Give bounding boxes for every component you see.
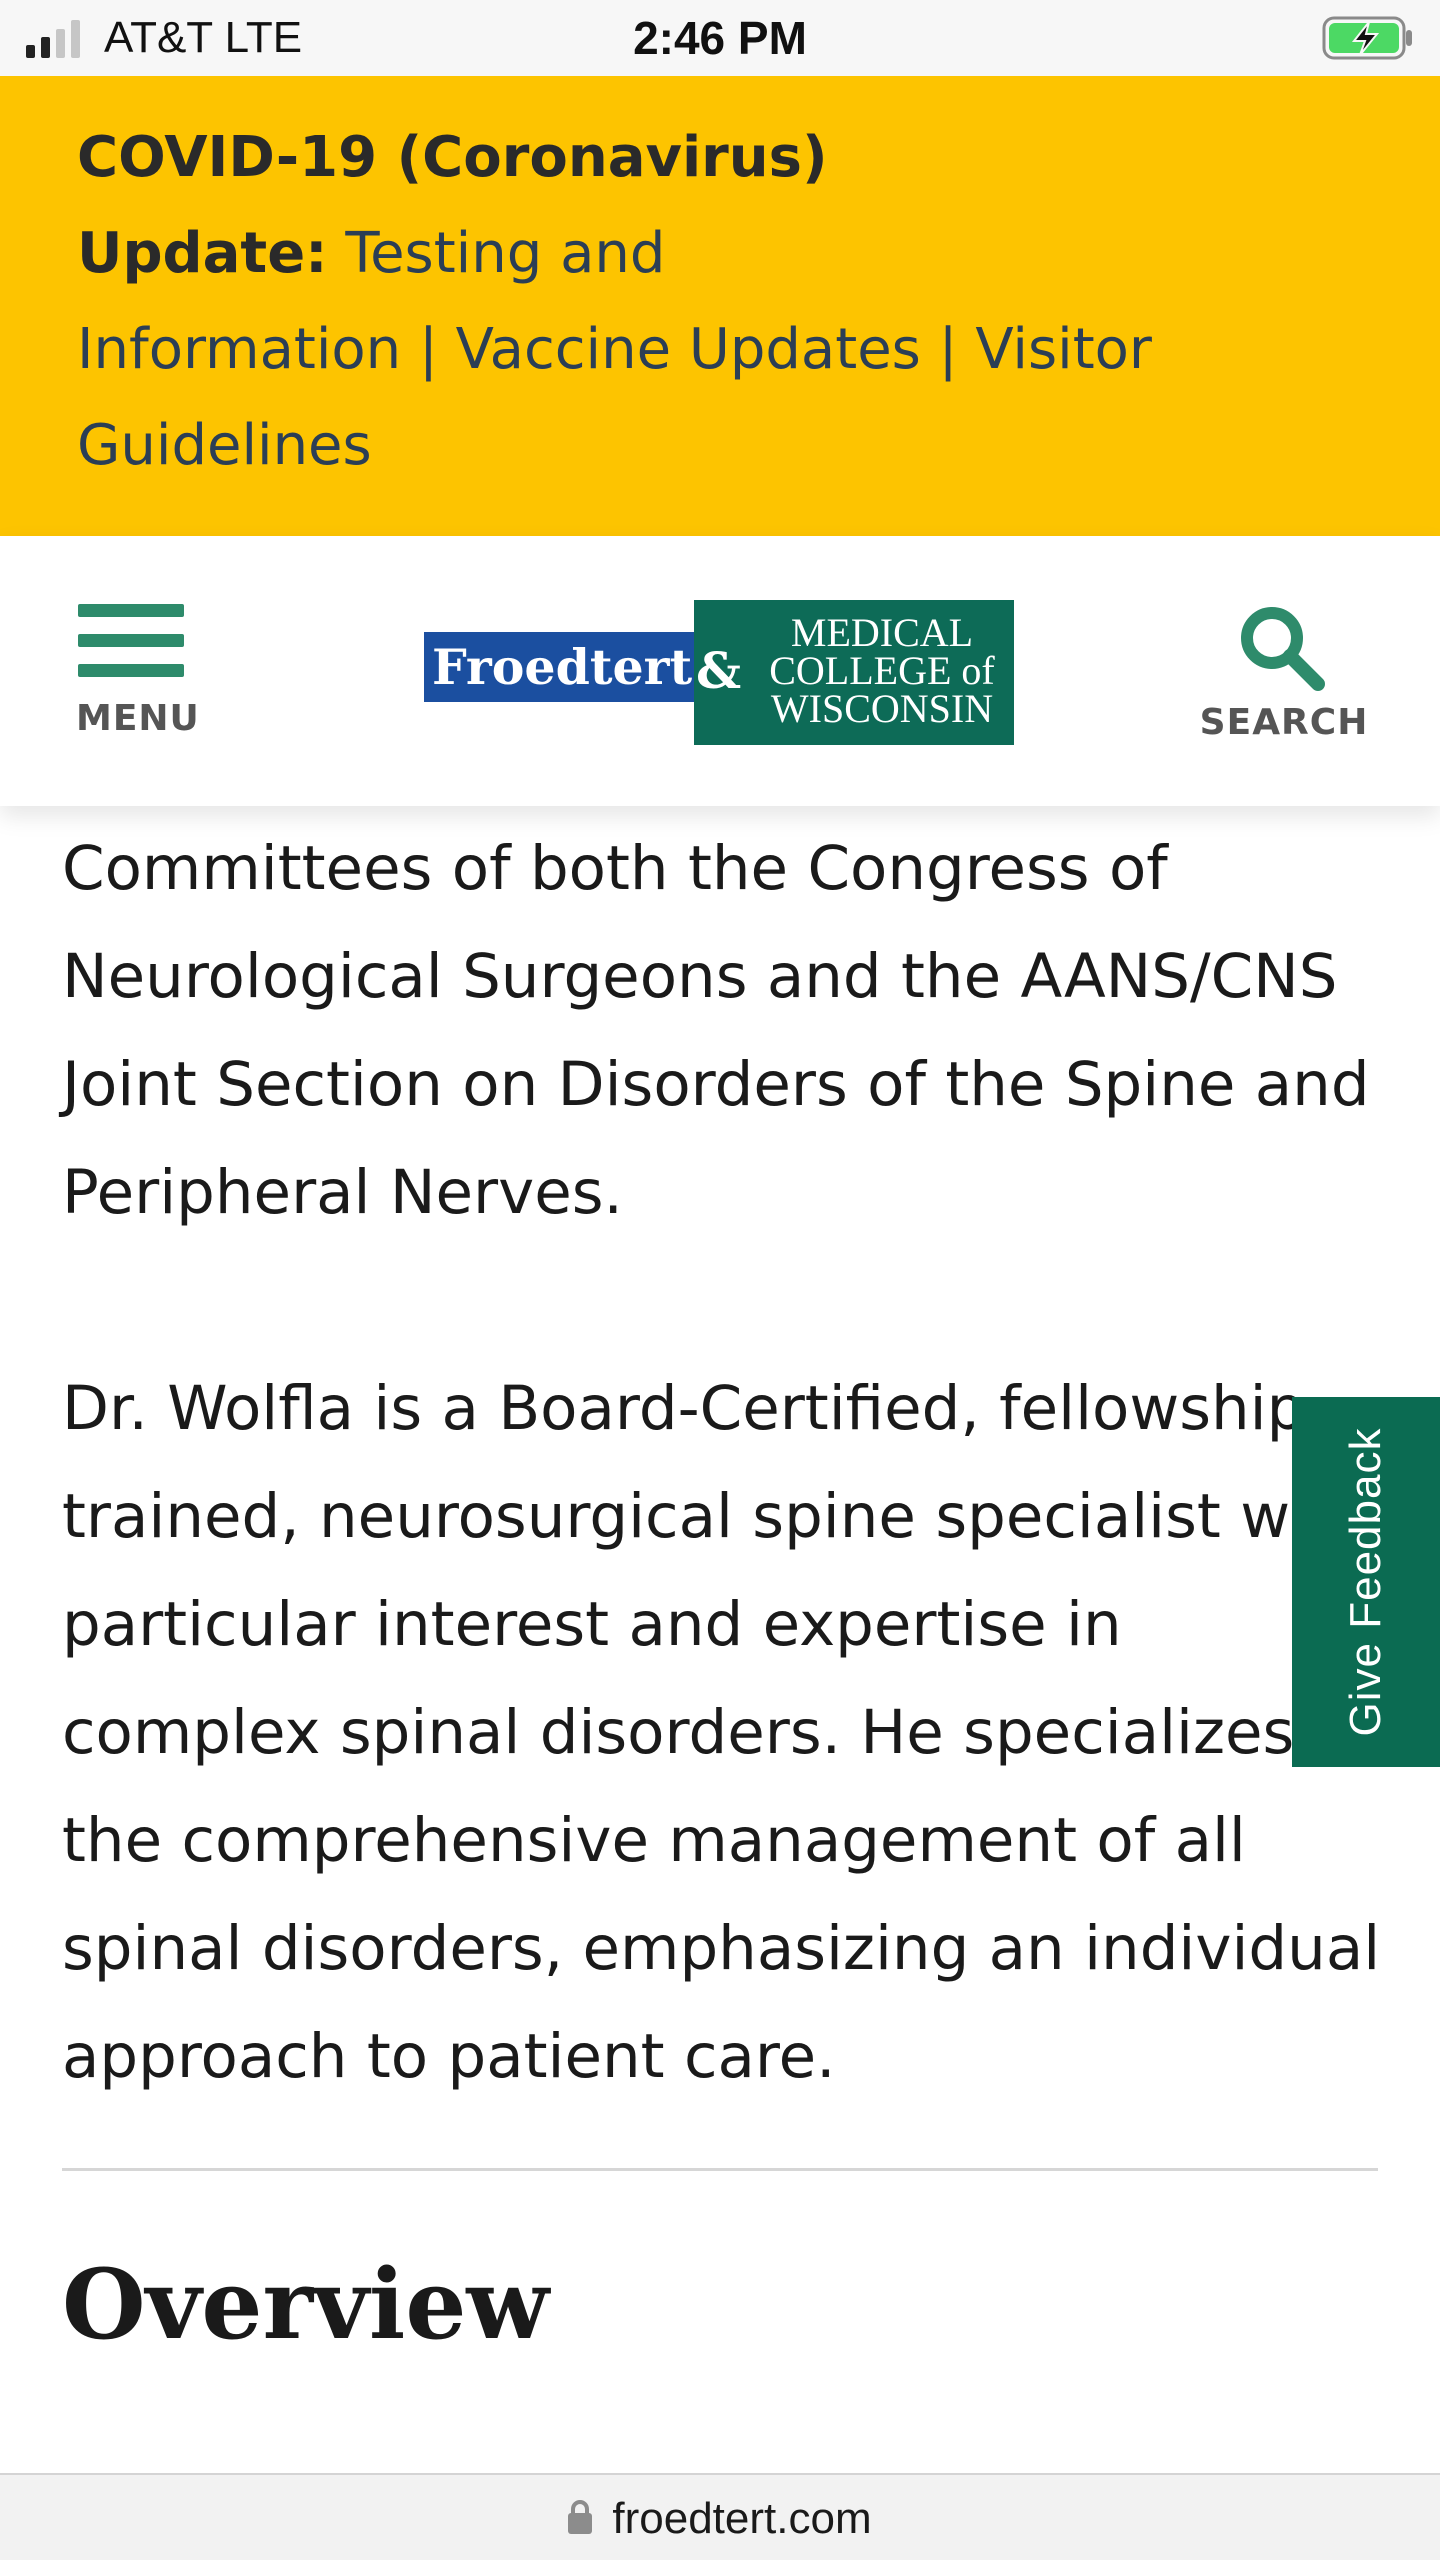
testing-info-link[interactable]: Testing and bbox=[345, 221, 665, 286]
froedtert-mcw-logo[interactable]: Froedtert & MEDICAL COLLEGE of WISCONSIN bbox=[424, 600, 1014, 745]
section-divider bbox=[62, 2168, 1378, 2171]
give-feedback-label: Give Feedback bbox=[1341, 1427, 1390, 1737]
page: AT&T LTE 2:46 PM COVID-19 (Coronavirus) … bbox=[0, 0, 1440, 2560]
covid-banner-title: COVID-19 (Coronavirus) bbox=[77, 125, 828, 190]
testing-info-link-cont[interactable]: Information bbox=[77, 317, 401, 382]
visitor-guidelines-link-cont[interactable]: Guidelines bbox=[77, 413, 372, 478]
give-feedback-button[interactable]: Give Feedback bbox=[1292, 1397, 1440, 1767]
visitor-guidelines-link[interactable]: Visitor bbox=[975, 317, 1152, 382]
browser-url-bar[interactable]: froedtert.com bbox=[0, 2473, 1440, 2560]
mcw-logo-block: & MEDICAL COLLEGE of WISCONSIN bbox=[694, 600, 1014, 745]
status-bar: AT&T LTE 2:46 PM bbox=[0, 0, 1440, 76]
bio-paragraph-2: Dr. Wolfla is a Board-Certified, fellows… bbox=[62, 1373, 1381, 2092]
search-button[interactable]: SEARCH bbox=[1200, 598, 1367, 748]
status-time: 2:46 PM bbox=[633, 12, 807, 64]
search-label: SEARCH bbox=[1199, 702, 1369, 743]
banner-separator: | bbox=[418, 317, 438, 382]
lock-icon bbox=[568, 2499, 593, 2534]
banner-separator: | bbox=[938, 317, 958, 382]
overview-heading: Overview bbox=[62, 2248, 550, 2361]
bio-paragraph-1: Committees of both the Congress of Neuro… bbox=[62, 833, 1370, 1228]
covid-update-label: Update: bbox=[77, 221, 328, 286]
battery-charging-icon bbox=[1322, 16, 1414, 60]
froedtert-logo-block: Froedtert bbox=[424, 632, 694, 702]
menu-label: MENU bbox=[76, 698, 200, 739]
vaccine-updates-link[interactable]: Vaccine Updates bbox=[456, 317, 921, 382]
covid-banner-text: COVID-19 (Coronavirus) Update: Testing a… bbox=[77, 110, 1177, 494]
main-content: Committees of both the Congress of Neuro… bbox=[62, 815, 1382, 2111]
covid-alert-banner: COVID-19 (Coronavirus) Update: Testing a… bbox=[0, 76, 1440, 536]
url-domain: froedtert.com bbox=[612, 2493, 872, 2543]
search-icon bbox=[1241, 607, 1325, 691]
menu-button[interactable]: MENU bbox=[76, 604, 200, 744]
site-header: MENU Froedtert & MEDICAL COLLEGE of WISC… bbox=[0, 536, 1440, 806]
